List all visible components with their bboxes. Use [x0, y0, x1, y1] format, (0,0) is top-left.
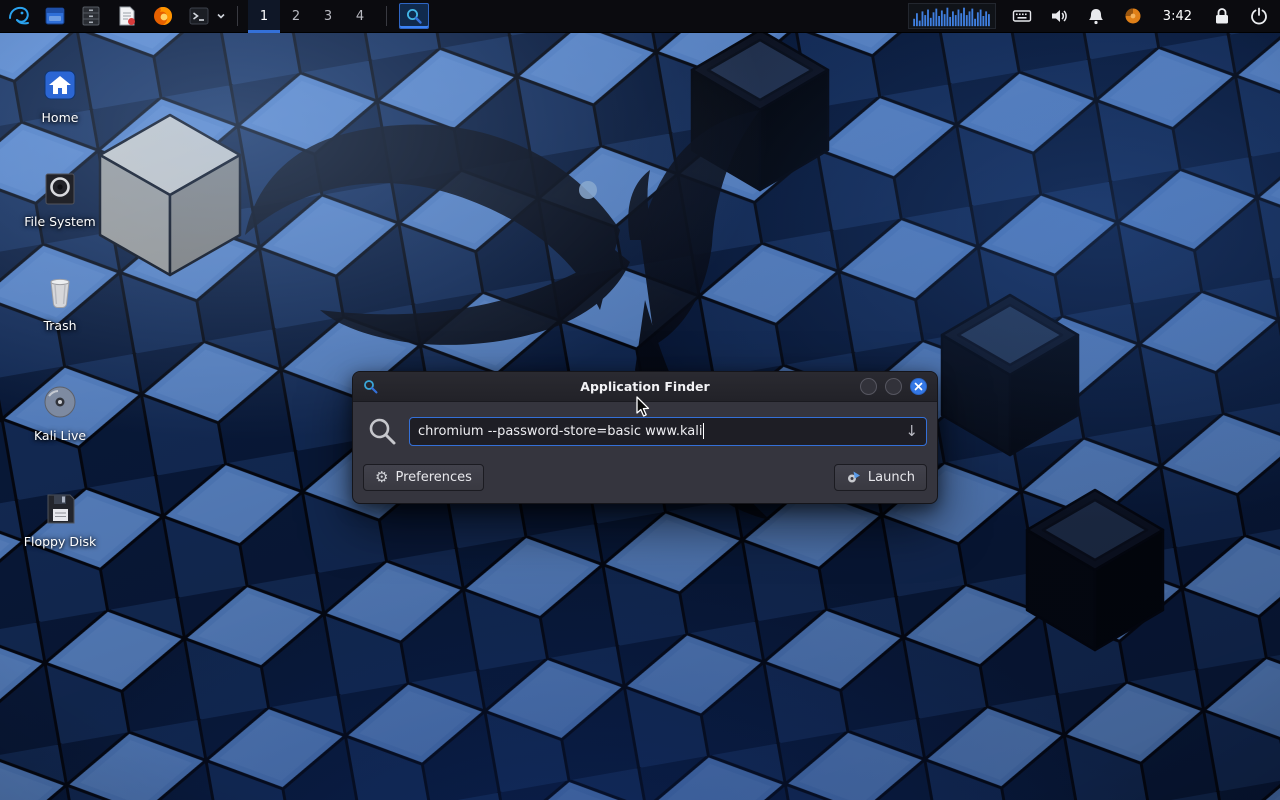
- panel-separator: [237, 6, 238, 26]
- firefox-icon[interactable]: [151, 4, 175, 28]
- logout-power-icon[interactable]: [1248, 4, 1270, 28]
- keyboard-layout-icon[interactable]: [1011, 4, 1033, 28]
- panel-clock[interactable]: 3:42: [1163, 9, 1192, 24]
- trash-icon: [12, 270, 108, 310]
- history-dropdown-arrow-icon[interactable]: ↓: [905, 424, 918, 439]
- preferences-button[interactable]: ⚙ Preferences: [363, 464, 484, 491]
- desktop-icon-floppy-disk[interactable]: Floppy Disk: [12, 486, 108, 549]
- disc-icon: [12, 380, 108, 420]
- text-editor-icon[interactable]: [115, 4, 139, 28]
- volume-icon[interactable]: [1048, 4, 1070, 28]
- search-icon: [367, 416, 397, 446]
- search-input[interactable]: chromium --password-store=basic www.kali…: [409, 417, 927, 446]
- desktop-icon-trash[interactable]: Trash: [12, 270, 108, 333]
- file-cabinet-icon[interactable]: [79, 4, 103, 28]
- maximize-button[interactable]: [885, 378, 902, 395]
- desktop-icon-label: File System: [12, 214, 108, 229]
- desktop-icon-home[interactable]: Home: [12, 62, 108, 125]
- launch-button[interactable]: Launch: [834, 464, 927, 491]
- terminal-icon[interactable]: [187, 4, 211, 28]
- titlebar-buttons: [860, 378, 937, 395]
- top-panel: 1 2 3 4: [0, 0, 1280, 33]
- notifications-bell-icon[interactable]: [1085, 4, 1107, 28]
- desktop: 1 2 3 4: [0, 0, 1280, 800]
- taskbar-application-finder-button[interactable]: [399, 3, 429, 29]
- titlebar[interactable]: Application Finder: [353, 372, 937, 402]
- launch-button-label: Launch: [868, 470, 915, 485]
- workspace-3[interactable]: 3: [312, 0, 344, 33]
- panel-separator: [386, 6, 387, 26]
- workspace-1[interactable]: 1: [248, 0, 280, 33]
- preferences-button-label: Preferences: [395, 470, 471, 485]
- search-row: chromium --password-store=basic www.kali…: [353, 402, 937, 456]
- search-input-value: chromium --password-store=basic www.kali: [418, 424, 702, 439]
- close-button[interactable]: [910, 378, 927, 395]
- hard-drive-icon: [12, 166, 108, 206]
- file-manager-icon[interactable]: [43, 4, 67, 28]
- home-icon: [12, 62, 108, 102]
- run-icon: [846, 470, 861, 485]
- application-finder-window: Application Finder chromium --password-s…: [352, 371, 938, 504]
- minimize-button[interactable]: [860, 378, 877, 395]
- app-finder-magnifier-icon: [405, 7, 423, 25]
- desktop-icon-label: Home: [12, 110, 108, 125]
- panel-launchers: [0, 4, 227, 28]
- close-icon: [914, 382, 923, 391]
- desktop-icon-kali-live[interactable]: Kali Live: [12, 380, 108, 443]
- desktop-icon-file-system[interactable]: File System: [12, 166, 108, 229]
- kali-menu-icon[interactable]: [7, 4, 31, 28]
- workspace-2[interactable]: 2: [280, 0, 312, 33]
- panel-status-area: 3:42: [908, 3, 1280, 29]
- lock-screen-icon[interactable]: [1211, 4, 1233, 28]
- window-title: Application Finder: [353, 379, 937, 394]
- status-orange-icon[interactable]: [1122, 4, 1144, 28]
- desktop-icon-label: Kali Live: [12, 428, 108, 443]
- text-caret: [703, 423, 704, 439]
- button-row: ⚙ Preferences Launch: [353, 456, 937, 503]
- terminal-dropdown-chevron-icon[interactable]: [215, 4, 227, 28]
- gear-icon: ⚙: [375, 470, 388, 485]
- workspace-4[interactable]: 4: [344, 0, 376, 33]
- workspace-switcher: 1 2 3 4: [248, 0, 376, 33]
- window-app-magnifier-icon: [363, 379, 378, 394]
- desktop-icon-label: Trash: [12, 318, 108, 333]
- floppy-icon: [12, 486, 108, 526]
- system-monitor-graph: [908, 3, 996, 29]
- desktop-icon-label: Floppy Disk: [12, 534, 108, 549]
